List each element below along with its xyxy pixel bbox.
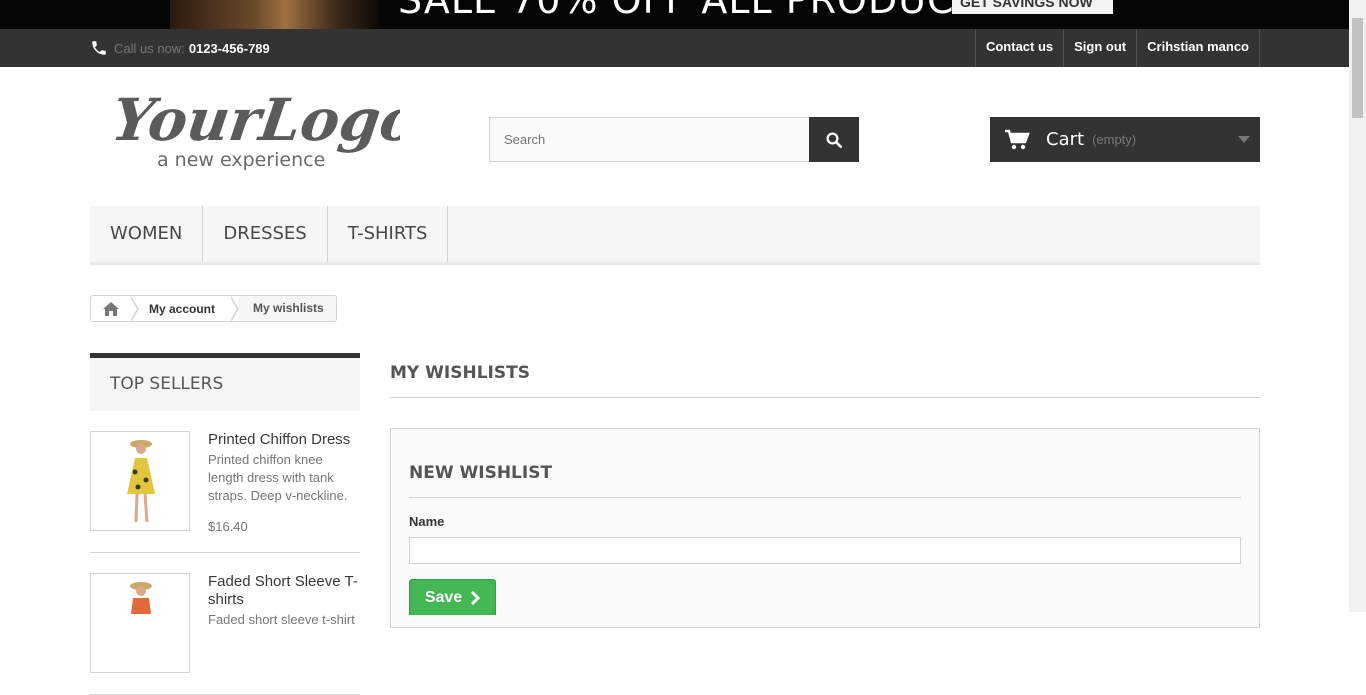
promo-banner[interactable]: SALE 70% OFF ALL PRODUCTS GET SAVINGS NO…: [0, 0, 1366, 29]
new-wishlist-title: NEW WISHLIST: [409, 429, 1241, 498]
page-title: MY WISHLISTS: [390, 353, 1260, 398]
breadcrumb-my-account[interactable]: My account: [139, 302, 231, 316]
save-label: Save: [424, 588, 463, 606]
call-us: Call us now: 0123-456-789: [90, 29, 270, 67]
product-price: $16.40: [208, 519, 248, 534]
product-image[interactable]: [90, 573, 190, 673]
breadcrumb: My account My wishlists: [90, 295, 337, 322]
page-scrollbar[interactable]: [1349, 0, 1366, 612]
breadcrumb-separator: [130, 296, 139, 321]
wishlist-name-input[interactable]: [409, 537, 1241, 564]
product-name[interactable]: Faded Short Sleeve T-shirts: [208, 573, 360, 609]
list-item: Printed Chiffon Dress Printed chiffon kn…: [90, 411, 360, 553]
menu-item-t-shirts[interactable]: T-SHIRTS: [328, 206, 449, 262]
search-button[interactable]: [809, 117, 859, 162]
cart-label: Cart: [1046, 129, 1085, 150]
phone-number: 0123-456-789: [188, 40, 270, 56]
search-icon: [826, 132, 843, 148]
search-bar: [489, 117, 859, 162]
product-image[interactable]: [90, 431, 190, 531]
save-button[interactable]: Save: [409, 579, 496, 615]
home-link[interactable]: [91, 296, 131, 321]
top-bar: Call us now: 0123-456-789 Contact us Sig…: [0, 29, 1349, 67]
chevron-down-icon: [1238, 136, 1250, 143]
top-links: Contact us Sign out Crihstian manco: [974, 29, 1260, 67]
call-us-label: Call us now:: [114, 40, 185, 56]
main-menu: WOMEN DRESSES T-SHIRTS: [90, 206, 1260, 265]
menu-item-dresses[interactable]: DRESSES: [203, 206, 328, 262]
shopping-cart-icon: [1005, 129, 1030, 149]
home-icon: [103, 301, 119, 316]
breadcrumb-separator: [230, 296, 240, 321]
cart-status: (empty): [1092, 132, 1137, 147]
store-logo[interactable]: YourLogo a new experience: [115, 88, 400, 172]
sign-out-link[interactable]: Sign out: [1063, 29, 1136, 67]
phone-icon: [92, 41, 106, 55]
product-description: Printed chiffon knee length dress with t…: [208, 452, 348, 503]
cart-button[interactable]: Cart (empty): [990, 117, 1260, 162]
banner-photo: [170, 0, 380, 29]
top-sellers-title[interactable]: TOP SELLERS: [90, 353, 360, 411]
contact-us-link[interactable]: Contact us: [974, 29, 1063, 67]
tshirt-photo-icon: [130, 582, 152, 614]
product-description: Faded short sleeve t-shirt: [208, 612, 355, 627]
banner-cta-button[interactable]: GET SAVINGS NOW: [952, 0, 1113, 14]
logo-text: YourLogo: [115, 88, 400, 154]
dress-photo-icon: [127, 440, 155, 523]
breadcrumb-current: My wishlists: [239, 296, 336, 321]
menu-item-women[interactable]: WOMEN: [90, 206, 204, 262]
account-link[interactable]: Crihstian manco: [1136, 29, 1260, 67]
logo-tagline: a new experience: [157, 149, 325, 171]
name-label: Name: [409, 514, 445, 529]
scrollbar-thumb[interactable]: [1352, 18, 1363, 118]
banner-text: SALE 70% OFF ALL PRODUCTS: [398, 0, 1004, 22]
list-item: Faded Short Sleeve T-shirts Faded short …: [90, 553, 360, 695]
product-name[interactable]: Printed Chiffon Dress: [208, 431, 360, 449]
chevron-right-icon: [471, 590, 481, 605]
wishlist-main: MY WISHLISTS NEW WISHLIST Name Save: [390, 353, 1260, 628]
search-input[interactable]: [489, 117, 809, 162]
new-wishlist-form: NEW WISHLIST Name Save: [390, 428, 1260, 628]
top-sellers-block: TOP SELLERS Printed Chiffon Dress Printe…: [90, 353, 360, 695]
